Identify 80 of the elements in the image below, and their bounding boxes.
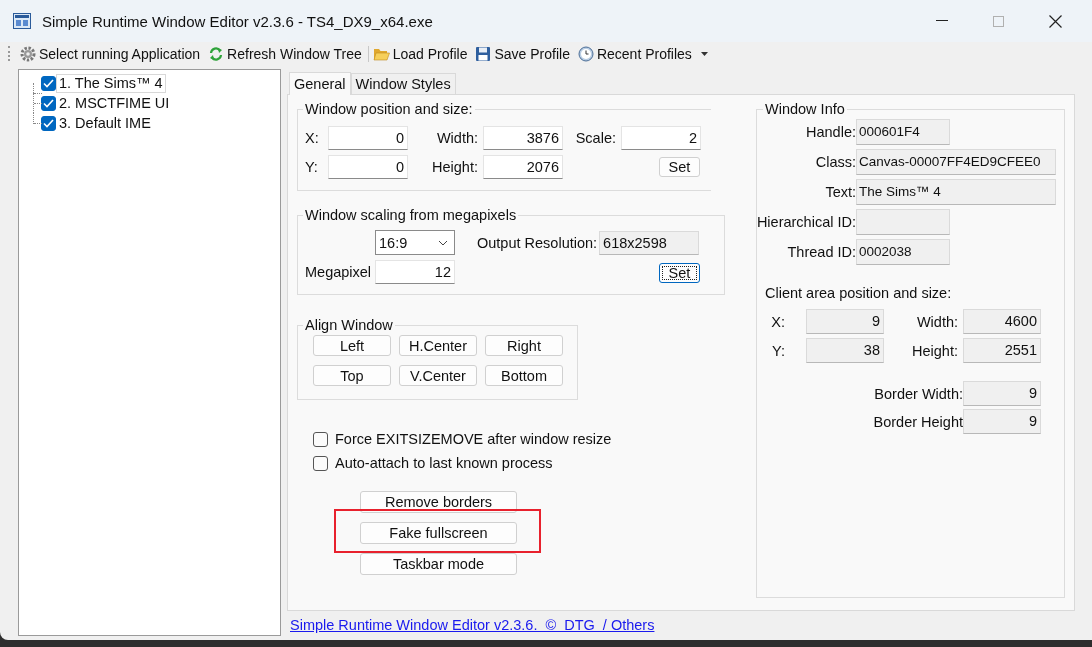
set-button[interactable]: Set: [659, 157, 700, 177]
tree-item[interactable]: 1. The Sims™ 4: [56, 73, 166, 93]
group-title: Window Info: [764, 101, 846, 117]
close-icon[interactable]: [1049, 14, 1062, 28]
section-label: Client area position and size:: [765, 285, 953, 301]
input-field[interactable]: 2: [621, 126, 701, 150]
action-button[interactable]: Remove borders: [360, 491, 517, 513]
field-label: Text:: [825, 184, 856, 200]
toolbar-button[interactable]: Refresh Window Tree: [206, 45, 364, 62]
window-title: Simple Runtime Window Editor v2.3.6 - TS4_DX9_x64.exe: [42, 12, 433, 30]
action-button[interactable]: Taskbar mode: [360, 553, 517, 575]
checkbox[interactable]: [41, 115, 56, 131]
toolbar-button[interactable]: Load Profile: [367, 45, 470, 62]
clock-icon: [577, 45, 594, 62]
input-field[interactable]: 3876: [483, 126, 563, 150]
gear-icon: [20, 45, 36, 62]
chevron-down-icon: [438, 239, 448, 246]
field-label: X:: [305, 130, 320, 146]
align-button[interactable]: V.Center: [399, 365, 477, 386]
align-button[interactable]: H.Center: [399, 335, 477, 356]
field-label: Class:: [815, 154, 856, 170]
field-label: Height:: [431, 159, 479, 175]
checkbox[interactable]: [41, 95, 56, 111]
app-icon: [13, 13, 31, 29]
field-label: Y:: [305, 159, 319, 175]
field-label: Output Resolution:: [477, 234, 599, 251]
info-field: 4600: [963, 309, 1041, 334]
info-field: 9: [963, 409, 1041, 434]
field-label: Border Width:: [873, 385, 963, 402]
info-field: The Sims™ 4: [856, 179, 1056, 205]
footer-link[interactable]: Simple Runtime Window Editor v2.3.6. © DTG / Others: [290, 617, 655, 633]
info-field: 2551: [963, 338, 1041, 363]
field-label: Scale:: [574, 130, 617, 146]
checkbox-label: Force EXITSIZEMOVE after window resize: [335, 431, 612, 447]
field-label: Height:: [911, 342, 959, 359]
align-button[interactable]: Right: [485, 335, 563, 356]
group-title: Window scaling from megapixels: [304, 207, 518, 223]
checkbox[interactable]: [313, 455, 328, 471]
align-button[interactable]: Left: [313, 335, 391, 356]
toolbar-button[interactable]: Recent Profiles: [575, 45, 710, 62]
field-label: Handle:: [806, 124, 856, 140]
output-field: 618x2598: [599, 230, 700, 255]
input-field[interactable]: 0: [328, 155, 408, 179]
aspect-ratio-dropdown[interactable]: 16:9: [375, 230, 455, 255]
minimize-icon[interactable]: [936, 20, 948, 22]
checkbox[interactable]: [41, 75, 56, 91]
refresh-icon: [208, 45, 225, 62]
field-label: X:: [770, 313, 786, 330]
action-button[interactable]: Fake fullscreen: [360, 522, 517, 544]
toolbar-grip: [8, 46, 12, 61]
input-field[interactable]: 2076: [483, 155, 563, 179]
tree-item[interactable]: 3. Default IME: [56, 113, 154, 133]
info-field: 38: [806, 338, 884, 363]
tab[interactable]: Window Styles: [350, 73, 456, 94]
align-button[interactable]: Bottom: [485, 365, 563, 386]
info-field: Canvas-00007FF4ED9CFEE0: [856, 149, 1056, 175]
group-title: Align Window: [304, 317, 394, 333]
input-field[interactable]: 0: [328, 126, 408, 150]
input-field[interactable]: 12: [375, 260, 455, 284]
tree-item[interactable]: 2. MSCTFIME UI: [56, 93, 173, 113]
checkbox-label: Auto-attach to last known process: [335, 455, 553, 471]
field-label: Hierarchical ID:: [756, 214, 856, 230]
field-label: Width:: [435, 130, 479, 146]
field-label: Megapixel: [305, 264, 373, 280]
align-button[interactable]: Top: [313, 365, 391, 386]
field-label: Thread ID:: [787, 244, 856, 260]
field-label: Border Height: [872, 413, 963, 430]
checkbox[interactable]: [313, 431, 328, 447]
field-label: Y:: [771, 342, 786, 359]
set-button[interactable]: Set: [659, 263, 700, 283]
info-field: 9: [806, 309, 884, 334]
field-label: Width:: [915, 313, 959, 330]
info-field: 0002038: [856, 239, 950, 265]
tab[interactable]: General: [289, 72, 351, 95]
info-field: 9: [963, 381, 1041, 406]
group-title: Window position and size:: [304, 101, 474, 117]
toolbar-button[interactable]: Select running Application: [18, 45, 203, 62]
info-field: 000601F4: [856, 119, 950, 145]
dropdown-arrow-icon: [700, 51, 708, 56]
toolbar-button[interactable]: Save Profile: [473, 45, 572, 62]
